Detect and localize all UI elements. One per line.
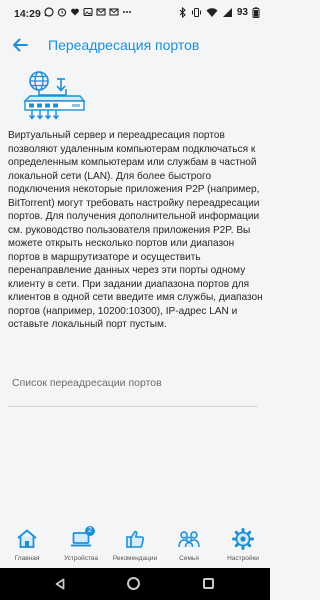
port-forwarding-list-header[interactable]: Список переадресации портов — [12, 377, 162, 389]
alarm-icon — [57, 8, 67, 17]
email-icon — [109, 8, 119, 16]
divider — [8, 406, 258, 407]
devices-badge: 2 — [85, 526, 95, 536]
more-dots-icon — [123, 11, 131, 13]
description-text: Виртуальный сервер и переадресация порто… — [8, 130, 263, 330]
gear-icon — [232, 528, 254, 550]
nav-item-settings[interactable]: Настройки — [216, 520, 270, 568]
nav-label: Устройства — [63, 555, 98, 562]
download-arrow-icon — [56, 78, 66, 92]
globe-icon — [29, 71, 49, 91]
heart-icon — [71, 8, 79, 16]
back-arrow-icon[interactable] — [9, 34, 31, 56]
status-bar: 14:29 93 — [0, 0, 270, 26]
signal-icon — [222, 8, 232, 17]
notification-icons — [44, 7, 132, 17]
page-title: Переадресация портов — [48, 37, 200, 53]
nav-label: Семья — [179, 555, 199, 562]
system-home-icon[interactable] — [127, 577, 140, 590]
picture-icon — [83, 7, 93, 17]
system-icons: 93 — [179, 7, 260, 18]
nav-label: Рекомендации — [112, 555, 158, 562]
bottom-nav: Главная 2 Устройства Рекомендации Семья — [0, 520, 270, 568]
whatsapp-icon — [44, 7, 54, 17]
vibrate-icon — [191, 8, 201, 17]
system-back-icon[interactable] — [54, 578, 66, 590]
nav-item-devices[interactable]: 2 Устройства — [54, 520, 108, 568]
thumb-up-icon — [126, 530, 145, 548]
email-icon — [96, 8, 106, 16]
arrow-icons — [28, 110, 60, 120]
port-forwarding-illustration — [23, 71, 86, 120]
nav-label: Главная — [14, 555, 40, 562]
battery-icon — [252, 7, 260, 18]
nav-item-family[interactable]: Семья — [162, 520, 216, 568]
app-bar: Переадресация портов — [0, 26, 270, 66]
battery-level: 93 — [236, 7, 248, 18]
system-nav-bar — [0, 568, 270, 600]
nav-label: Настройки — [227, 555, 259, 562]
wifi-icon — [206, 8, 218, 17]
router-icon — [23, 95, 86, 111]
nav-item-recommendations[interactable]: Рекомендации — [108, 520, 162, 568]
system-recent-apps-icon[interactable] — [203, 578, 214, 589]
nav-item-home[interactable]: Главная — [0, 520, 54, 568]
home-icon — [17, 529, 37, 548]
family-icon — [178, 531, 200, 548]
status-time: 14:29 — [14, 8, 41, 20]
bluetooth-icon — [179, 7, 186, 18]
